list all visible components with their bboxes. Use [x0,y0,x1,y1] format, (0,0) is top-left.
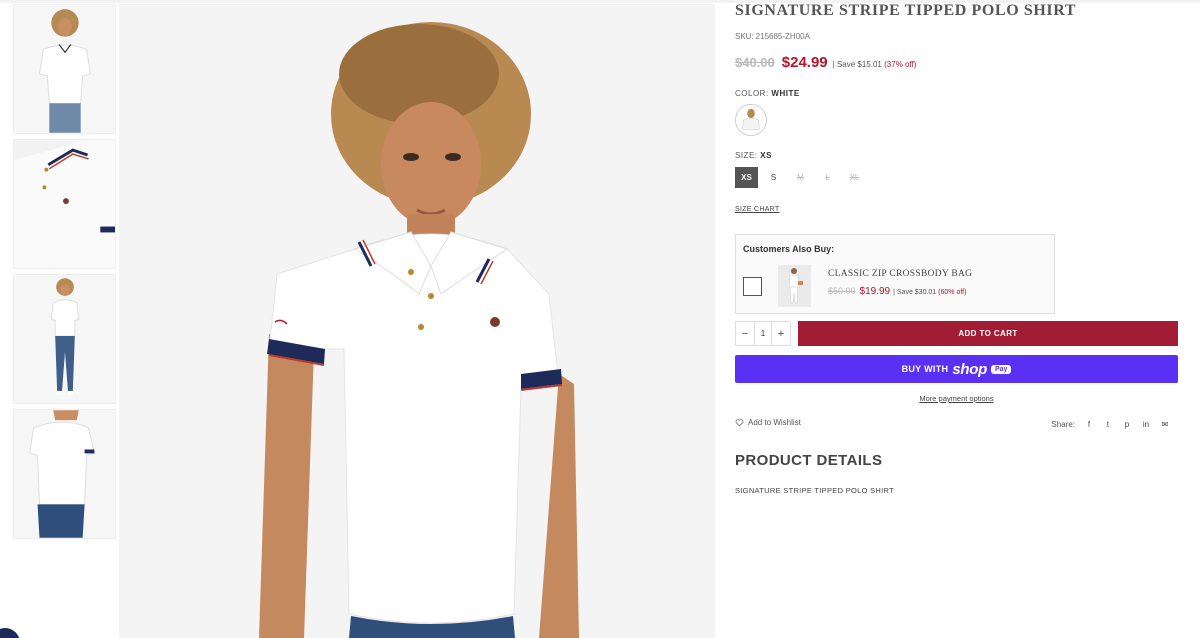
crossbody-bag-image [778,265,811,307]
thumbnail-collar-image [14,140,115,268]
linkedin-icon[interactable]: in [1141,420,1151,429]
also-buy-savings-percent: (60% off) [938,289,967,296]
also-buy-thumbnail[interactable] [778,265,811,307]
size-option-m[interactable]: M [789,167,812,188]
also-buy-original-price: $50.00 [828,286,856,296]
quantity-increase-button[interactable]: + [772,322,790,345]
more-payment-options-link[interactable]: More payment options [735,394,1178,403]
size-chart-link[interactable]: SIZE CHART [735,206,780,213]
buy-with-label: BUY WITH [901,364,949,374]
thumbnail-back-image [14,410,115,538]
main-product-image[interactable] [119,4,715,638]
savings-percent: (37% off) [884,60,917,69]
also-buy-price-row: $50.00 $19.99 | Save $30.01 (60% off) [828,286,966,297]
size-option-xs[interactable]: XS [735,167,758,188]
add-to-wishlist[interactable]: Add to Wishlist [735,418,801,427]
shop-pay-logo-shop: shop [952,360,987,378]
thumbnail-collar-detail[interactable] [13,139,116,269]
size-option-s[interactable]: S [762,167,785,188]
savings-amount: | Save $15.01 [832,60,882,69]
also-buy-title: Customers Also Buy: [743,244,835,254]
also-buy-savings-amount: | Save $30.01 [893,289,937,296]
color-label: COLOR: WHITE [735,89,800,98]
facebook-icon[interactable]: f [1084,420,1094,429]
heart-icon [735,419,744,427]
thumbnail-front-image [14,5,115,133]
email-icon[interactable]: ✉ [1160,420,1170,429]
color-swatch-white[interactable] [735,104,767,136]
color-value: WHITE [771,89,800,98]
product-details-heading: PRODUCT DETAILS [735,452,883,469]
quantity-decrease-button[interactable]: − [736,322,754,345]
also-buy-name[interactable]: CLASSIC ZIP CROSSBODY BAG [828,269,972,279]
sku-label: SKU: [735,32,754,41]
product-details-text: SIGNATURE STRIPE TIPPED POLO SHIRT [735,486,894,495]
size-value: XS [760,151,772,160]
also-buy-sale-price: $19.99 [859,286,891,297]
also-buy-savings: | Save $30.01 (60% off) [893,289,966,296]
twitter-icon[interactable]: t [1103,420,1113,429]
swatch-image [736,105,766,135]
thumbnail-gallery [13,4,116,544]
thumbnail-front[interactable] [13,4,116,134]
size-option-l[interactable]: L [816,167,839,188]
color-label-text: COLOR: [735,89,769,98]
original-price: $40.00 [735,55,775,70]
size-label-text: SIZE: [735,151,758,160]
wishlist-label: Add to Wishlist [748,418,801,427]
add-to-cart-button[interactable]: ADD TO CART [798,321,1178,346]
pinterest-icon[interactable]: p [1122,420,1132,429]
thumbnail-full-body-image [14,275,115,403]
quantity-input[interactable] [754,322,772,345]
shop-pay-button[interactable]: BUY WITH shop Pay [735,355,1178,383]
customers-also-buy: Customers Also Buy: CLASSIC ZIP CROSSBOD… [735,234,1055,314]
also-buy-checkbox[interactable] [743,277,762,296]
model-polo-image [119,4,715,638]
sku-value: 215685-ZH00A [755,32,810,41]
size-label: SIZE: XS [735,151,772,160]
shop-pay-logo-pay: Pay [990,364,1012,374]
size-option-xl[interactable]: XL [843,167,866,188]
chat-widget-button[interactable] [0,628,20,638]
share-label: Share: [1051,420,1075,429]
thumbnail-full-body[interactable] [13,274,116,404]
product-title: SIGNATURE STRIPE TIPPED POLO SHIRT [735,2,1077,19]
share-bar: Share: f t p in ✉ [1051,420,1170,429]
thumbnail-back[interactable] [13,409,116,539]
price-row: $40.00 $24.99 | Save $15.01 (37% off) [735,54,916,71]
product-sku: SKU: 215685-ZH00A [735,32,810,41]
savings-text: | Save $15.01 (37% off) [833,60,917,69]
sale-price: $24.99 [781,54,828,71]
size-options: XS S M L XL [735,167,866,188]
quantity-stepper: − + [735,321,791,346]
